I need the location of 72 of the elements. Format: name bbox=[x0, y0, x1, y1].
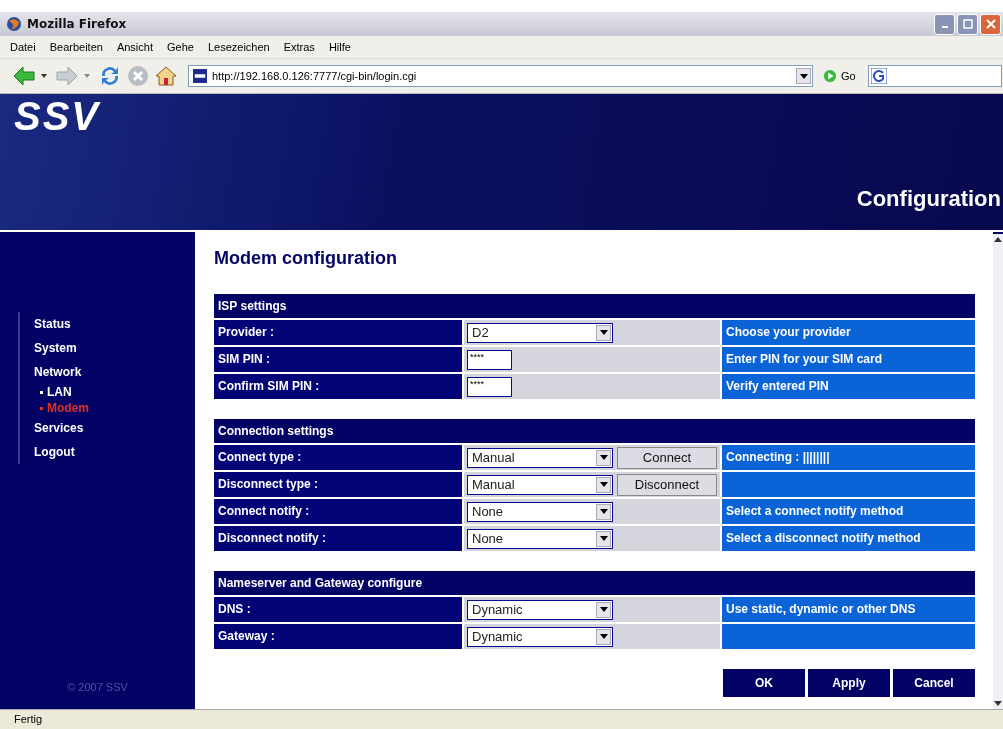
close-button[interactable] bbox=[980, 13, 1001, 35]
menu-item[interactable]: Datei bbox=[10, 41, 36, 53]
scroll-up-arrow-icon[interactable] bbox=[994, 237, 1002, 242]
search-engine-icon[interactable] bbox=[870, 68, 887, 84]
description-cell: Choose your provider bbox=[722, 320, 975, 345]
action-button[interactable]: Disconnect bbox=[617, 473, 717, 496]
dropdown-arrow-icon[interactable] bbox=[41, 74, 47, 78]
copyright-text: © 2007 SSV bbox=[66, 681, 129, 693]
field-label: Disconnect notify : bbox=[214, 526, 462, 551]
field-label: Gateway : bbox=[214, 624, 462, 649]
form-button[interactable]: OK bbox=[723, 669, 805, 697]
description-cell: Select a disconnect notify method bbox=[722, 526, 975, 551]
dropdown[interactable]: Dynamic bbox=[467, 626, 613, 647]
menu-item[interactable]: Hilfe bbox=[328, 41, 351, 53]
field-label: Provider : bbox=[214, 320, 462, 345]
window-title: Mozilla Firefox bbox=[27, 17, 127, 31]
field-label: Connect notify : bbox=[214, 499, 462, 524]
form-button[interactable]: Cancel bbox=[893, 669, 975, 697]
menu-item[interactable]: Bearbeiten bbox=[49, 41, 103, 53]
maximize-icon[interactable] bbox=[962, 19, 973, 29]
nav-item[interactable]: Logout bbox=[34, 440, 75, 464]
bullet-icon bbox=[40, 406, 43, 410]
form-button[interactable]: Apply bbox=[808, 669, 890, 697]
logo: SSV bbox=[14, 96, 101, 136]
field-label: Confirm SIM PIN : bbox=[214, 374, 462, 399]
dropdown[interactable]: None bbox=[467, 528, 613, 549]
nav-item[interactable]: Network bbox=[34, 360, 82, 384]
field-label: Connect type : bbox=[214, 445, 462, 470]
nav-subitem[interactable]: LAN bbox=[47, 384, 72, 400]
go-button[interactable]: Go bbox=[841, 70, 856, 82]
search-field[interactable] bbox=[867, 65, 1002, 87]
nav-item[interactable]: System bbox=[34, 336, 77, 360]
action-button[interactable]: Connect bbox=[617, 446, 717, 469]
description-cell: Use static, dynamic or other DNS bbox=[722, 597, 975, 622]
maximize-button[interactable] bbox=[957, 13, 978, 35]
menu-item[interactable]: Ansicht bbox=[116, 41, 153, 53]
description-cell: Select a connect notify method bbox=[722, 499, 975, 524]
dropdown[interactable]: Dynamic bbox=[467, 599, 613, 620]
go-icon[interactable] bbox=[823, 69, 837, 83]
status-text: Fertig bbox=[14, 713, 43, 725]
section-header: ISP settings bbox=[214, 294, 975, 318]
menu-item[interactable]: Gehe bbox=[167, 41, 194, 53]
section-header: Nameserver and Gateway configure bbox=[214, 571, 975, 595]
menu-item[interactable]: Lesezeichen bbox=[207, 41, 270, 53]
field-label: DNS : bbox=[214, 597, 462, 622]
dropdown[interactable]: Manual bbox=[467, 474, 613, 495]
field-label: Disconnect type : bbox=[214, 472, 462, 497]
back-arrow-icon[interactable] bbox=[12, 64, 36, 88]
pin-field[interactable]: **** bbox=[467, 376, 512, 397]
dropdown[interactable]: Manual bbox=[467, 447, 613, 468]
home-icon[interactable] bbox=[154, 64, 178, 88]
description-cell: Enter PIN for your SIM card bbox=[722, 347, 975, 372]
section-header: Connection settings bbox=[214, 419, 975, 443]
scroll-down-arrow-icon[interactable] bbox=[994, 701, 1002, 706]
field-label: SIM PIN : bbox=[214, 347, 462, 372]
header-title: Configuration bbox=[856, 186, 1001, 212]
site-icon bbox=[192, 69, 208, 83]
bullet-icon bbox=[40, 390, 43, 394]
nav-item[interactable]: Status bbox=[34, 312, 71, 336]
description-cell: Verify entered PIN bbox=[722, 374, 975, 399]
description-cell: Connecting : |||||||| bbox=[722, 445, 975, 470]
page-title: Modem configuration bbox=[214, 248, 398, 269]
dropdown[interactable]: D2 bbox=[467, 322, 613, 343]
nav-subitem[interactable]: Modem bbox=[47, 400, 89, 416]
minimize-button[interactable] bbox=[934, 13, 955, 35]
browser-logo-icon bbox=[6, 16, 22, 32]
nav-item[interactable]: Services bbox=[34, 416, 84, 440]
address-field[interactable]: http://192.168.0.126:7777/cgi-bin/login.cgi bbox=[188, 65, 813, 87]
menu-item[interactable]: Extras bbox=[283, 41, 315, 53]
pin-field[interactable]: **** bbox=[467, 349, 512, 370]
dropdown[interactable]: None bbox=[467, 501, 613, 522]
close-icon[interactable] bbox=[985, 19, 996, 29]
